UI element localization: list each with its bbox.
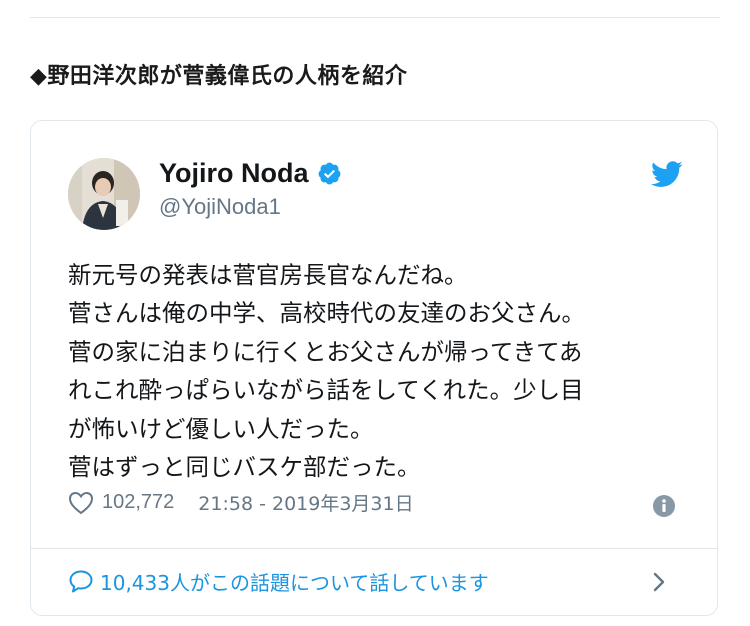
tweet-timestamp[interactable]: 21:58 - 2019年3月31日: [198, 489, 413, 516]
like-count[interactable]: 102,772: [102, 491, 174, 514]
section-heading: ◆野田洋次郎が菅義偉氏の人柄を紹介: [30, 64, 408, 89]
tweet-text: 新元号の発表は菅官房長官なんだね。 菅さんは俺の中学、高校時代の友達のお父さん。…: [68, 256, 708, 486]
tweet-text-line: 菅はずっと同じバスケ部だった。: [68, 453, 421, 482]
user-handle[interactable]: @YojiNoda1: [159, 194, 281, 220]
twitter-bird-icon[interactable]: [651, 161, 683, 188]
card-divider: [31, 548, 717, 549]
comment-icon: [68, 569, 94, 594]
tweet-text-line: 菅さんは俺の中学、高校時代の友達のお父さん。: [68, 299, 585, 328]
avatar[interactable]: [68, 158, 140, 230]
tweet-text-line: が怖いけど優しい人だった。: [68, 414, 374, 443]
display-name[interactable]: Yojiro Noda: [159, 158, 309, 189]
top-divider: [30, 17, 720, 18]
info-icon[interactable]: [652, 494, 676, 518]
tweet-meta-row: 102,772 21:58 - 2019年3月31日: [68, 489, 414, 516]
heart-icon[interactable]: [68, 491, 94, 515]
embedded-tweet-card[interactable]: Yojiro Noda @YojiNoda1 新元号の発表は菅官房長官なんだね。…: [30, 120, 718, 616]
conversation-text[interactable]: 10,433人がこの話題について話しています: [100, 567, 489, 596]
tweet-text-line: れこれ酔っぱらいながら話をしてくれた。少し目: [68, 376, 584, 405]
author-name-row[interactable]: Yojiro Noda: [159, 158, 342, 189]
chevron-right-icon[interactable]: [651, 571, 667, 593]
verified-badge-icon: [317, 161, 342, 186]
conversation-link[interactable]: 10,433人がこの話題について話しています: [68, 567, 489, 596]
tweet-text-line: 菅の家に泊まりに行くとお父さんが帰ってきてあ: [68, 337, 583, 366]
tweet-text-line: 新元号の発表は菅官房長官なんだね。: [68, 261, 468, 289]
